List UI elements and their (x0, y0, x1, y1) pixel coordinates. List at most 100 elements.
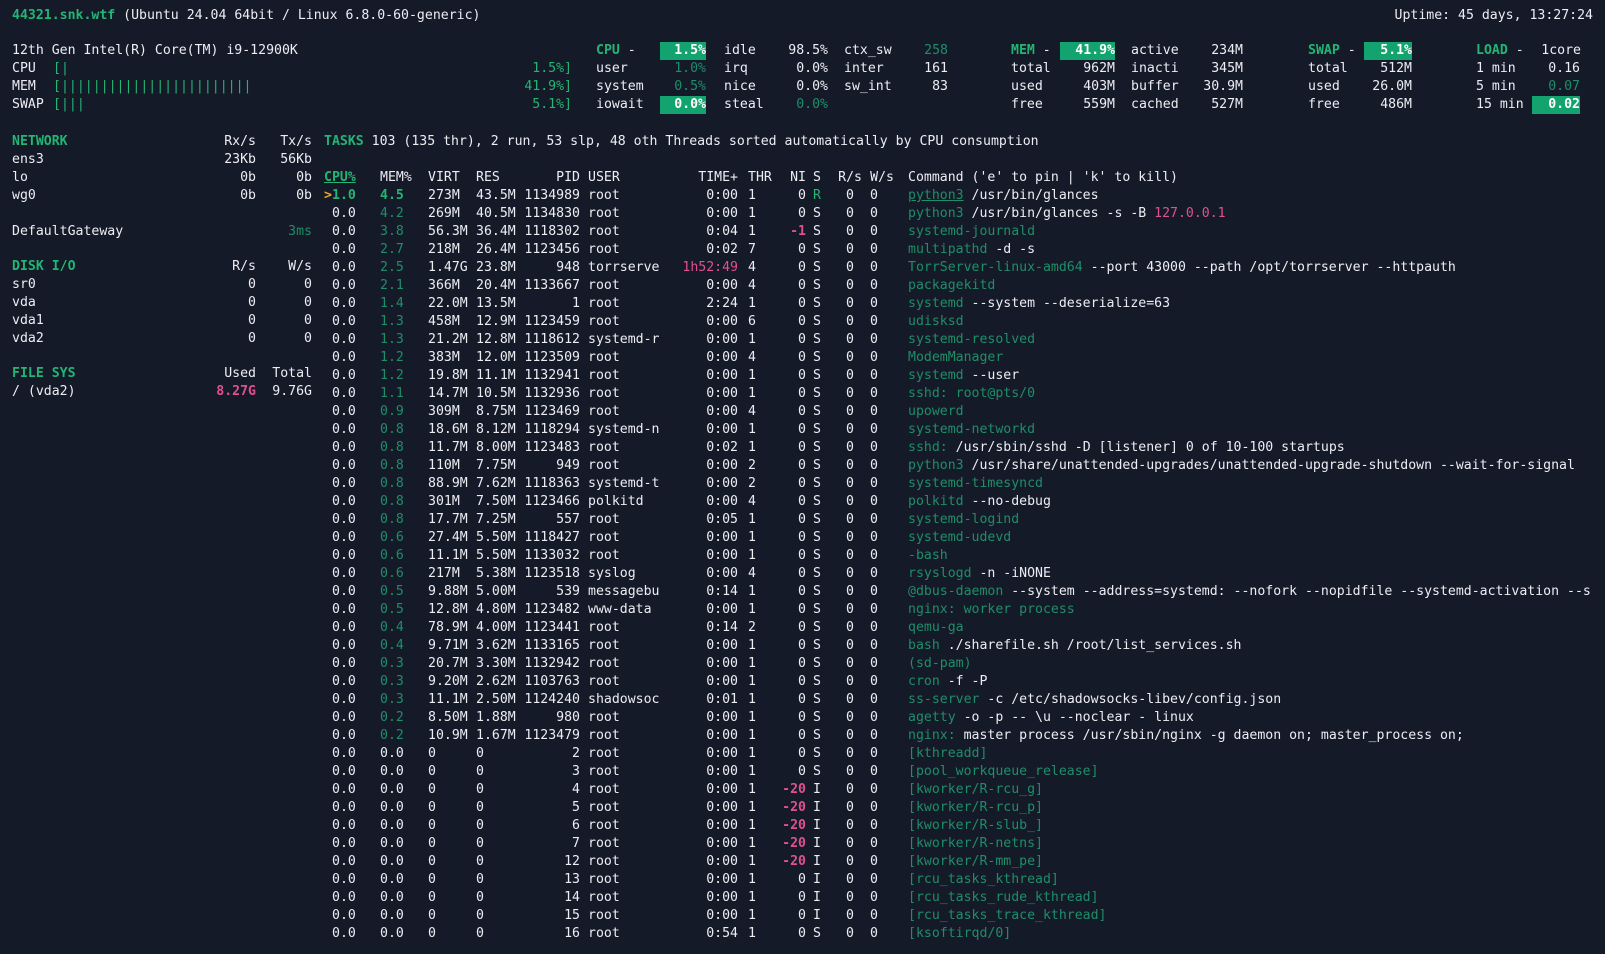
process-row[interactable]: 0.0 0.0 0 0 12 root 0:00 1 -20 I 0 0 [kworker/R-mm_p… (324, 853, 1594, 871)
process-row[interactable]: 0.0 2.7 218M 26.4M 1123456 root 0:02 7 0 S 0 0 multi… (324, 241, 1594, 259)
process-row[interactable]: 0.0 1.2 383M 12.0M 1123509 root 0:00 4 0 S 0 0 Modem… (324, 349, 1594, 367)
process-row[interactable]: 0.0 0.6 27.4M 5.50M 1118427 root 0:00 1 0 S 0 0 syst… (324, 529, 1594, 547)
process-command: [rcu_tasks_kthread] (908, 871, 1059, 889)
process-row[interactable]: 0.0 0.2 10.9M 1.67M 1123479 root 0:00 1 0 S 0 0 ngin… (324, 727, 1594, 745)
load-stat-value: 0.02 (1532, 96, 1580, 114)
process-row[interactable]: 0.0 0.0 0 0 2 root 0:00 1 0 S 0 0 [kthreadd] (324, 745, 1594, 763)
process-program: systemd-logind (908, 512, 1020, 527)
process-command: sshd: /usr/sbin/sshd -D [listener] 0 of … (908, 439, 1345, 457)
process-row[interactable]: 0.0 2.1 366M 20.4M 1133667 root 0:00 4 0 S 0 0 packa… (324, 277, 1594, 295)
process-row[interactable]: 0.0 0.5 12.8M 4.80M 1123482 www-data 0:00 1 0 S 0 0… (324, 601, 1594, 619)
process-row[interactable]: 0.0 0.9 309M 8.75M 1123469 root 0:00 4 0 S 0 0 upowe… (324, 403, 1594, 421)
process-write-rate: 0 (870, 422, 878, 437)
process-command: [rcu_tasks_trace_kthread] (908, 907, 1107, 925)
process-write-rate: 0 (870, 782, 878, 797)
process-res: 3.62M (476, 638, 516, 653)
process-command: [kworker/R-netns] (908, 835, 1043, 853)
col-ws-header[interactable]: W/s (862, 169, 894, 187)
process-row[interactable]: 0.0 0.0 0 0 3 root 0:00 1 0 S 0 0 [pool_workqueue_re… (324, 763, 1594, 781)
process-row[interactable]: >1.0 4.5 273M 43.5M 1134989 root 0:00 1 0 R 0 0 pyth… (324, 187, 1594, 205)
process-row[interactable]: 0.0 0.4 9.71M 3.62M 1133165 root 0:00 1 0 S 0 0 bash… (324, 637, 1594, 655)
col-virt-header[interactable]: VIRT (428, 169, 460, 187)
process-row[interactable]: 0.0 0.6 217M 5.38M 1123518 syslog 0:00 4 0 S 0 0 rsy… (324, 565, 1594, 583)
process-row[interactable]: 0.0 0.8 18.6M 8.12M 1118294 systemd-n 0:00 1 0 S 0… (324, 421, 1594, 439)
process-row[interactable]: 0.0 0.0 0 0 5 root 0:00 1 -20 I 0 0 [kworker/R-rcu_p… (324, 799, 1594, 817)
process-row[interactable]: 0.0 0.8 301M 7.50M 1123466 polkitd 0:00 4 0 S 0 0 po… (324, 493, 1594, 511)
process-time: 0:01 (706, 692, 738, 707)
process-virt: 0 (428, 854, 436, 869)
process-row[interactable]: 0.0 0.0 0 0 14 root 0:00 1 0 I 0 0 [rcu_tasks_rude_k… (324, 889, 1594, 907)
network-tx-header: Tx/s (280, 134, 312, 149)
process-cpu: 0.0 (332, 476, 356, 491)
process-table[interactable]: CPU% MEM% VIRT RES PID USER TIME+ THR NI… (324, 169, 1594, 943)
process-res: 12.9M (476, 314, 516, 329)
process-row[interactable]: 0.0 1.2 19.8M 11.1M 1132941 root 0:00 1 0 S 0 0 syst… (324, 367, 1594, 385)
process-row[interactable]: 0.0 3.8 56.3M 36.4M 1118302 root 0:04 1 -1 S 0 0 sys… (324, 223, 1594, 241)
process-time: 0:00 (706, 332, 738, 347)
col-s-header[interactable]: S (813, 169, 821, 187)
col-cpu-header[interactable]: CPU% (324, 169, 380, 187)
process-user: root (588, 818, 620, 833)
col-mem-header[interactable]: MEM% (380, 169, 420, 187)
col-time-header[interactable]: TIME+ (674, 169, 738, 187)
process-mem: 0.0 (380, 872, 404, 887)
process-program: ModemManager (908, 350, 1004, 365)
col-pid-header[interactable]: PID (524, 169, 580, 187)
process-row[interactable]: 0.0 0.0 0 0 15 root 0:00 1 0 I 0 0 [rcu_tasks_trace_… (324, 907, 1594, 925)
process-row[interactable]: 0.0 0.8 11.7M 8.00M 1123483 root 0:02 1 0 S 0 0 sshd… (324, 439, 1594, 457)
process-state: S (813, 692, 821, 707)
process-pid: 1123459 (524, 314, 580, 329)
process-mem: 4.5 (380, 188, 404, 203)
process-program: sshd: (908, 440, 948, 455)
process-row[interactable]: 0.0 0.8 88.9M 7.62M 1118363 systemd-t 0:00 2 0 S 0… (324, 475, 1594, 493)
process-row[interactable]: 0.0 0.0 0 0 7 root 0:00 1 -20 I 0 0 [kworker/R-netns… (324, 835, 1594, 853)
disk-write-value: 0 (304, 295, 312, 310)
process-program: systemd-journald (908, 224, 1036, 239)
process-state: S (813, 674, 821, 689)
process-row[interactable]: 0.0 0.4 78.9M 4.00M 1123441 root 0:14 2 0 S 0 0 qemu… (324, 619, 1594, 637)
process-row[interactable]: 0.0 0.0 0 0 6 root 0:00 1 -20 I 0 0 [kworker/R-slub_… (324, 817, 1594, 835)
process-row[interactable]: 0.0 0.0 0 0 13 root 0:00 1 0 I 0 0 [rcu_tasks_kthrea… (324, 871, 1594, 889)
process-threads: 1 (748, 548, 756, 563)
process-row[interactable]: 0.0 0.3 11.1M 2.50M 1124240 shadowsoc 0:01 1 0 S 0… (324, 691, 1594, 709)
col-user-header[interactable]: USER (588, 169, 620, 187)
process-row[interactable]: 0.0 2.5 1.47G 23.8M 948 torrserve 1h52:49 4 0 S 0 0… (324, 259, 1594, 277)
process-args: /usr/bin/glances (971, 188, 1099, 203)
process-row[interactable]: 0.0 1.4 22.0M 13.5M 1 root 2:24 1 0 S 0 0 systemd --… (324, 295, 1594, 313)
diskio-panel: DISK I/O R/s W/s sr0 0 0 vda 0 0 vda1 0 0 vda2 0 0 (12, 258, 312, 348)
process-threads: 1 (748, 692, 756, 707)
cpu-stat-label: irq (724, 61, 748, 76)
process-pid: 1118294 (524, 422, 580, 437)
process-state: S (813, 386, 821, 401)
process-row[interactable]: 0.0 0.0 0 0 4 root 0:00 1 -20 I 0 0 [kworker/R-rcu_g… (324, 781, 1594, 799)
process-row[interactable]: 0.0 0.8 17.7M 7.25M 557 root 0:05 1 0 S 0 0 systemd-… (324, 511, 1594, 529)
process-row[interactable]: 0.0 0.3 9.20M 2.62M 1103763 root 0:00 1 0 S 0 0 cron… (324, 673, 1594, 691)
process-row[interactable]: 0.0 0.2 8.50M 1.88M 980 root 0:00 1 0 S 0 0 agetty -… (324, 709, 1594, 727)
process-pid: 1134830 (524, 206, 580, 221)
process-threads: 4 (748, 566, 756, 581)
process-row[interactable]: 0.0 1.3 21.2M 12.8M 1118612 systemd-r 0:00 1 0 S 0… (324, 331, 1594, 349)
process-row[interactable]: 0.0 0.8 110M 7.75M 949 root 0:00 2 0 S 0 0 python3 /… (324, 457, 1594, 475)
process-mem: 0.3 (380, 692, 404, 707)
process-command: -bash (908, 547, 948, 565)
process-cpu: 0.0 (332, 260, 356, 275)
process-row[interactable]: 0.0 4.2 269M 40.5M 1134830 root 0:00 1 0 S 0 0 pytho… (324, 205, 1594, 223)
process-row[interactable]: 0.0 0.6 11.1M 5.50M 1133032 root 0:00 1 0 S 0 0 -bas… (324, 547, 1594, 565)
process-virt: 217M (428, 566, 460, 581)
process-row[interactable]: 0.0 0.3 20.7M 3.30M 1132942 root 0:00 1 0 S 0 0 (sd-… (324, 655, 1594, 673)
process-read-rate: 0 (846, 404, 854, 419)
process-row[interactable]: 0.0 0.5 9.88M 5.00M 539 messagebu 0:14 1 0 S 0 0 @db… (324, 583, 1594, 601)
process-read-rate: 0 (846, 530, 854, 545)
process-command: cron -f -P (908, 673, 987, 691)
col-thr-header[interactable]: THR (748, 169, 772, 187)
process-cpu: 0.0 (332, 548, 356, 563)
process-row[interactable]: 0.0 1.3 458M 12.9M 1123459 root 0:00 6 0 S 0 0 udisk… (324, 313, 1594, 331)
process-cpu: 0.0 (332, 584, 356, 599)
process-row[interactable]: 0.0 1.1 14.7M 10.5M 1132936 root 0:00 1 0 S 0 0 sshd… (324, 385, 1594, 403)
col-res-header[interactable]: RES (476, 169, 500, 187)
col-ni-header[interactable]: NI (774, 169, 806, 187)
col-rs-header[interactable]: R/s (830, 169, 862, 187)
process-row[interactable]: 0.0 0.0 0 0 16 root 0:54 1 0 S 0 0 [ksoftirqd/0] (324, 925, 1594, 943)
process-time: 0:00 (706, 890, 738, 905)
cpu-stat-label: ctx_sw (844, 43, 892, 58)
